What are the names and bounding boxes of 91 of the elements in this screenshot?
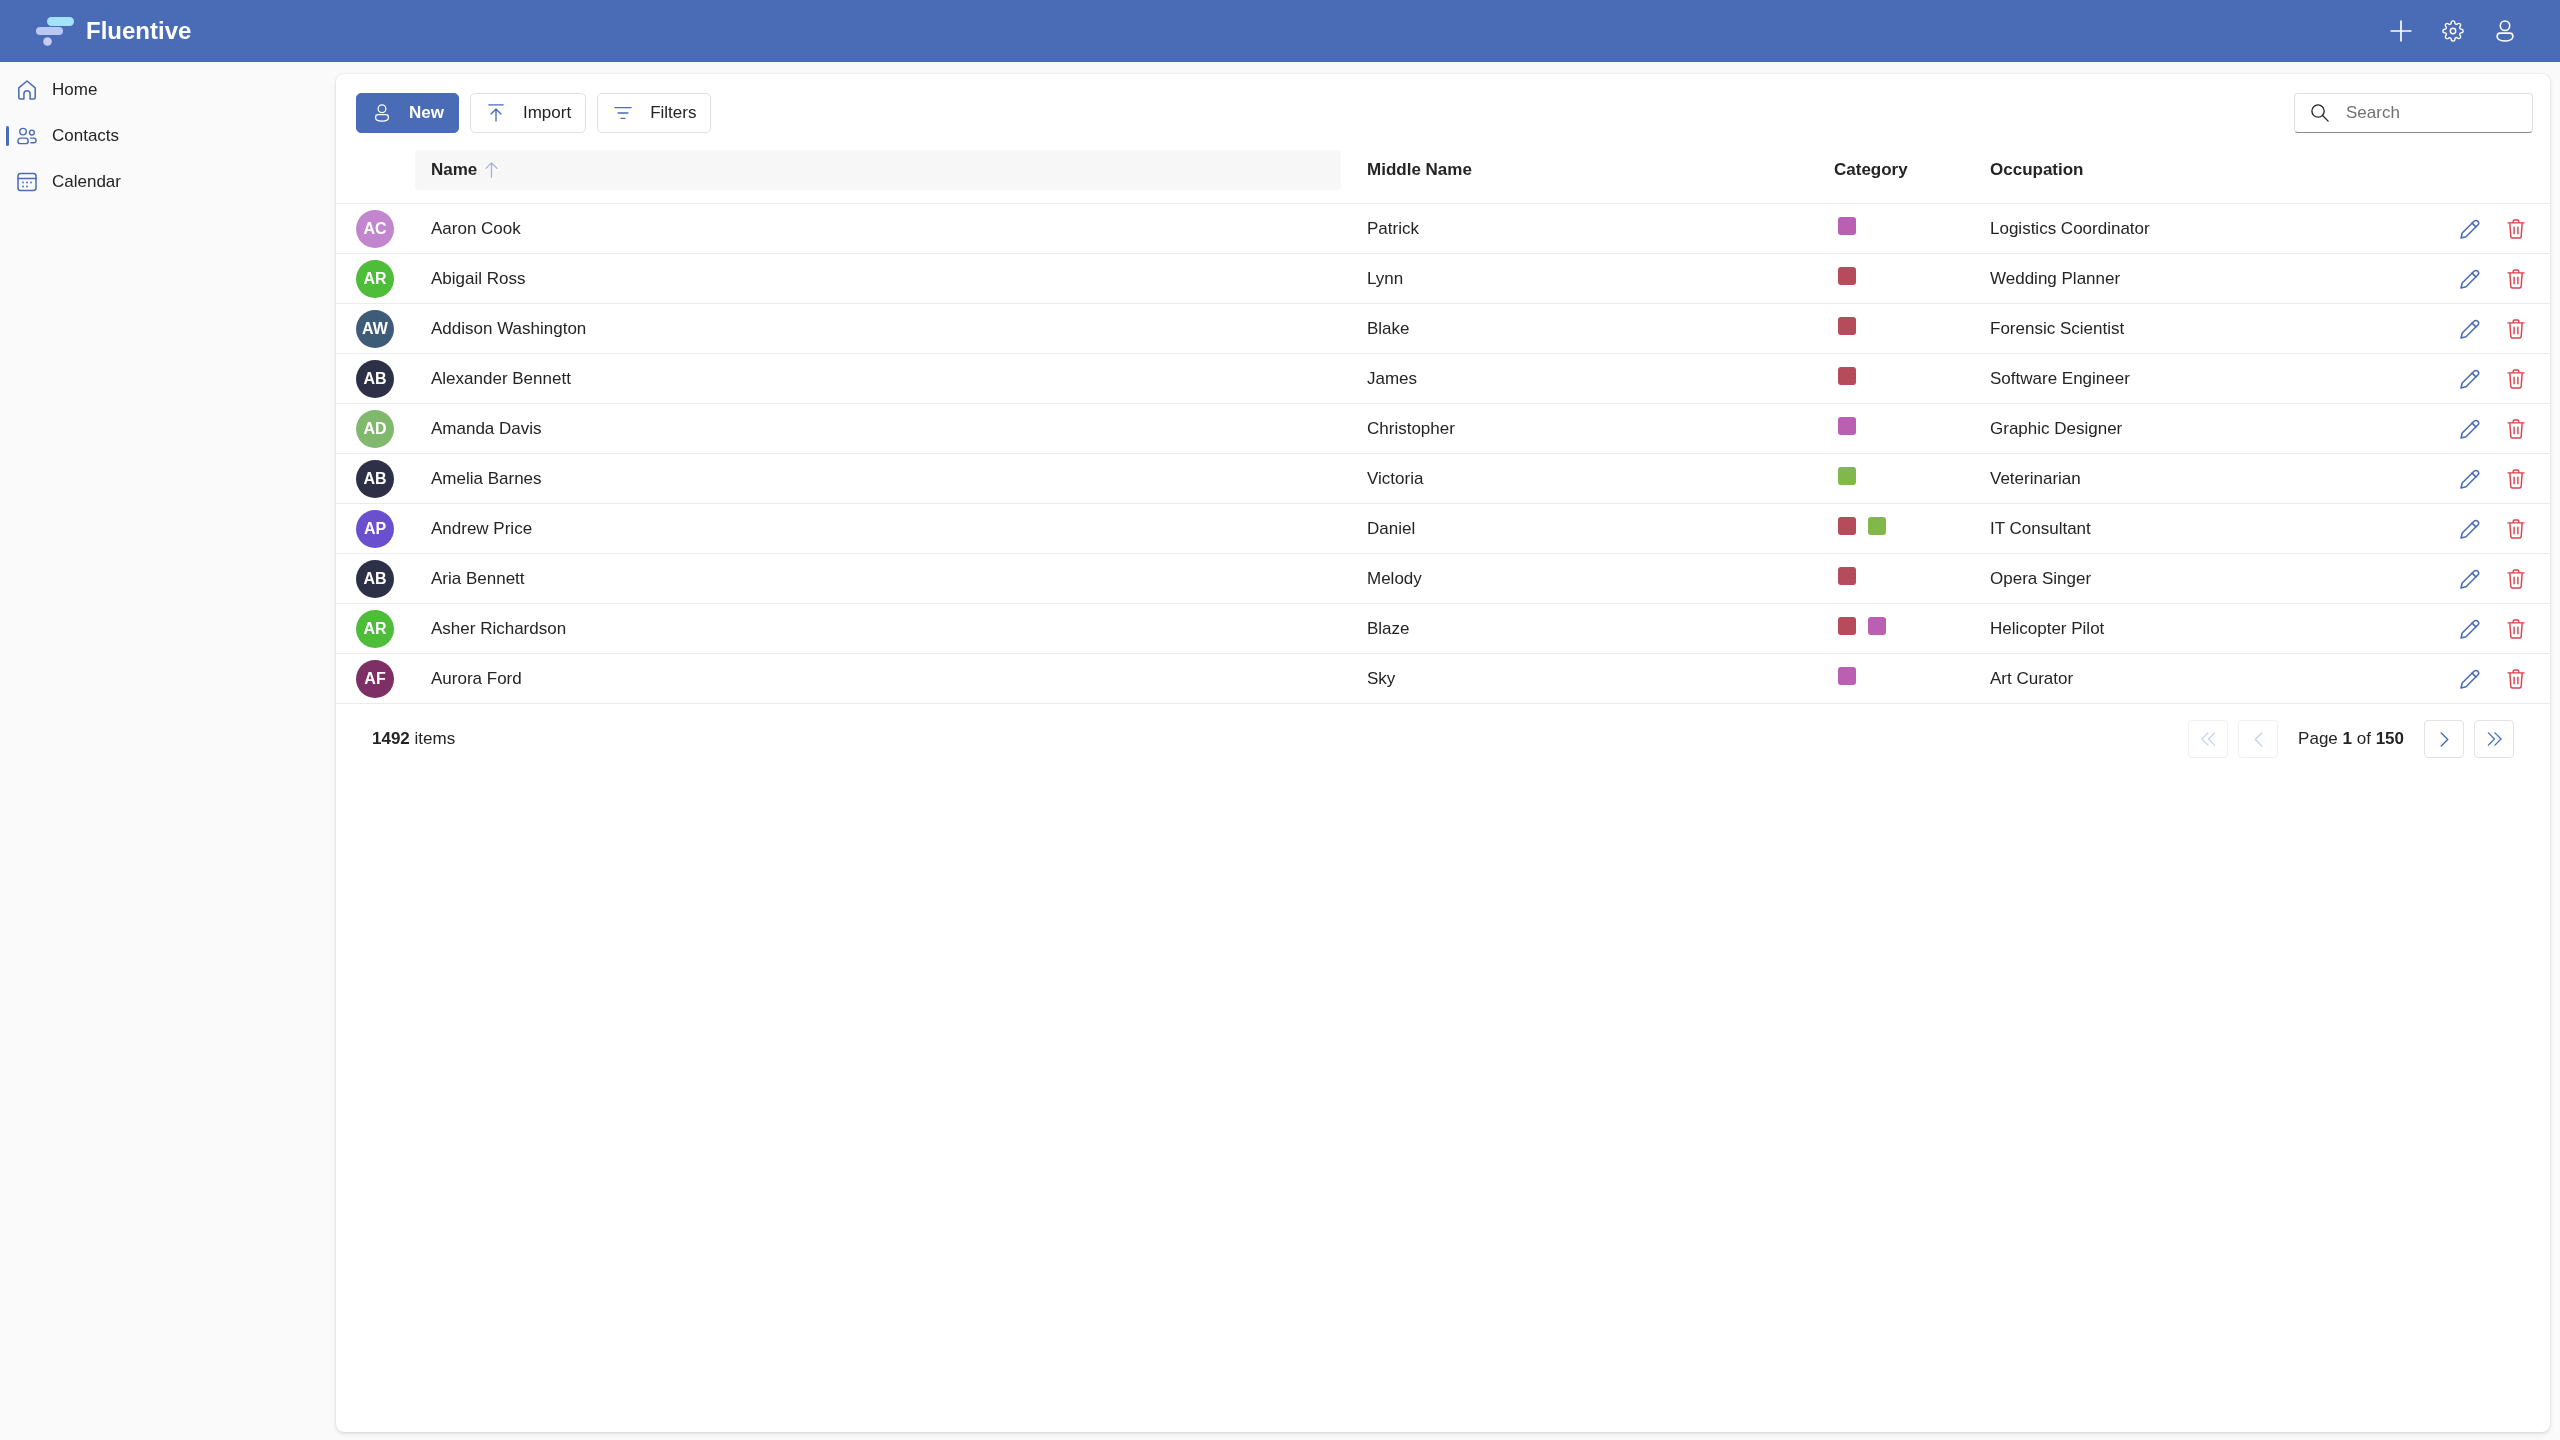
column-header[interactable]: Name [415,150,1341,190]
pencil-icon[interactable] [2460,218,2480,239]
pencil-icon[interactable] [2460,668,2480,689]
contact-name: Amanda Davis [431,418,542,438]
chevron-right-icon [2439,731,2449,747]
contact-name: Andrew Price [431,518,533,538]
pencil-icon[interactable] [2460,518,2480,539]
contact-name: Aaron Cook [431,218,521,238]
sidebar-item[interactable]: Calendar [4,162,328,202]
avatar: AB [356,459,394,498]
trash-icon[interactable] [2507,268,2525,289]
middle-name: Christopher [1367,418,1455,438]
sidebar-item[interactable]: Home [4,70,328,110]
column-header[interactable]: Occupation [1974,150,2440,190]
trash-icon[interactable] [2507,418,2525,439]
avatar: AW [356,309,394,348]
pencil-icon[interactable] [2460,368,2480,389]
occupation: Wedding Planner [1990,268,2121,288]
avatar: AP [356,509,394,548]
pencil-icon[interactable] [2460,568,2480,589]
avatar: AR [356,609,394,648]
middle-name: James [1367,368,1418,388]
avatar: AR [356,259,394,298]
contact-name: Asher Richardson [431,618,567,638]
contact-name: Amelia Barnes [431,468,542,488]
middle-name: Blake [1367,318,1410,338]
occupation: Art Curator [1990,668,2074,688]
import-button[interactable]: Import [469,93,587,133]
pencil-icon[interactable] [2460,468,2480,489]
home-icon [17,80,37,100]
occupation: Helicopter Pilot [1990,618,2105,638]
pencil-icon[interactable] [2460,268,2480,289]
upload-icon [486,104,505,122]
trash-icon[interactable] [2507,568,2525,589]
occupation: Graphic Designer [1990,418,2123,438]
pencil-icon[interactable] [2460,618,2480,639]
occupation: Veterinarian [1990,468,2081,488]
column-header[interactable]: Category [1818,150,1974,190]
contact-name: Aria Bennett [431,568,525,588]
avatar: AF [356,659,394,698]
middle-name: Victoria [1367,468,1424,488]
middle-name: Daniel [1367,518,1416,538]
page-label: Page 1 of 150 [2298,729,2404,749]
middle-name: Lynn [1367,268,1404,288]
trash-icon[interactable] [2507,468,2525,489]
middle-name: Blaze [1367,618,1410,638]
trash-icon[interactable] [2507,518,2525,539]
pencil-icon[interactable] [2460,318,2480,339]
avatar: AC [356,209,394,248]
calendar-icon [17,172,37,192]
avatar: AB [356,359,394,398]
avatar: AD [356,409,394,448]
filters-button[interactable]: Filters [597,93,712,133]
middle-name: Sky [1367,668,1396,688]
chevron-left-icon [2253,731,2263,747]
trash-icon[interactable] [2507,218,2525,239]
app-title: Fluentive [86,17,192,45]
occupation: IT Consultant [1990,518,2091,538]
person-icon [373,104,391,122]
filter-icon [614,104,633,122]
avatar: AB [356,559,394,598]
settings-icon[interactable] [2442,20,2464,42]
trash-icon[interactable] [2507,618,2525,639]
people-icon [17,126,37,146]
double-chevron-right-icon [2486,732,2502,746]
contact-name: Addison Washington [431,318,587,338]
middle-name: Melody [1367,568,1422,588]
sidebar-item[interactable]: Contacts [4,116,328,156]
new-button[interactable]: New [356,93,459,133]
occupation: Software Engineer [1990,368,2130,388]
contact-name: Aurora Ford [431,668,522,688]
search-field[interactable]: Search [2294,93,2533,133]
trash-icon[interactable] [2507,368,2525,389]
occupation: Logistics Coordinator [1990,218,2150,238]
occupation: Opera Singer [1990,568,2092,588]
column-header[interactable]: Middle Name [1351,150,1818,190]
arrow-up-icon [485,162,499,178]
last-page-button[interactable] [2474,720,2514,758]
trash-icon[interactable] [2507,668,2525,689]
pencil-icon[interactable] [2460,418,2480,439]
search-icon [2311,104,2329,122]
trash-icon[interactable] [2507,318,2525,339]
person-icon[interactable] [2494,20,2516,42]
occupation: Forensic Scientist [1990,318,2125,338]
middle-name: Patrick [1367,218,1419,238]
contact-name: Alexander Bennett [431,368,571,388]
item-count: 1492 items [372,729,456,749]
plus-icon[interactable] [2390,20,2412,42]
contact-name: Abigail Ross [431,268,526,288]
double-chevron-left-icon [2200,732,2216,746]
logo-icon [36,16,74,46]
